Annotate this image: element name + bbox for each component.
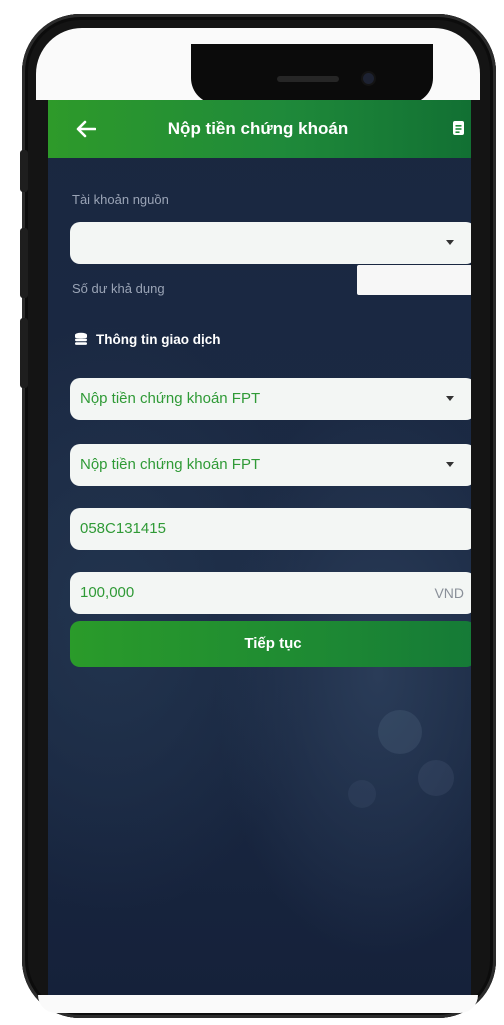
phone-side-button bbox=[20, 318, 28, 388]
balance-value bbox=[357, 265, 471, 295]
provider-value: Nộp tiền chứng khoán FPT bbox=[80, 456, 261, 473]
arrow-left-icon[interactable] bbox=[76, 120, 96, 138]
source-account-select[interactable] bbox=[70, 222, 471, 264]
service-value: Nộp tiền chứng khoán FPT bbox=[80, 390, 261, 407]
provider-select[interactable]: Nộp tiền chứng khoán FPT bbox=[70, 444, 471, 486]
phone-side-button bbox=[20, 228, 28, 298]
amount-input[interactable]: 100,000 VND bbox=[70, 572, 471, 614]
chevron-down-icon bbox=[446, 462, 454, 467]
service-select[interactable]: Nộp tiền chứng khoán FPT bbox=[70, 378, 471, 420]
phone-bottom-bezel bbox=[38, 995, 478, 1013]
source-account-label: Tài khoản nguồn bbox=[72, 192, 169, 207]
account-code-value: 058C131415 bbox=[80, 520, 166, 537]
account-code-input[interactable]: 058C131415 bbox=[70, 508, 471, 550]
document-icon[interactable] bbox=[452, 120, 466, 136]
app-screen: Nộp tiền chứng khoán Tài khoản nguồn Số … bbox=[48, 100, 471, 997]
page-title: Nộp tiền chứng khoán bbox=[167, 119, 349, 138]
coins-icon bbox=[75, 332, 87, 345]
front-camera bbox=[363, 73, 374, 84]
chevron-down-icon bbox=[446, 240, 454, 245]
continue-button[interactable]: Tiếp tục bbox=[70, 621, 471, 667]
speaker-grille bbox=[277, 76, 339, 82]
phone-side-button bbox=[20, 150, 28, 192]
phone-top-bezel bbox=[36, 28, 480, 104]
phone-notch bbox=[191, 44, 433, 104]
chevron-down-icon bbox=[446, 396, 454, 401]
background-bokeh bbox=[418, 760, 454, 796]
currency-unit: VND bbox=[434, 585, 464, 601]
app-header: Nộp tiền chứng khoán bbox=[48, 100, 471, 158]
section-title: Thông tin giao dịch bbox=[96, 332, 221, 347]
amount-value: 100,000 bbox=[80, 584, 135, 601]
balance-label: Số dư khả dụng bbox=[72, 281, 165, 296]
background-bokeh bbox=[348, 780, 376, 808]
background-bokeh bbox=[378, 710, 422, 754]
